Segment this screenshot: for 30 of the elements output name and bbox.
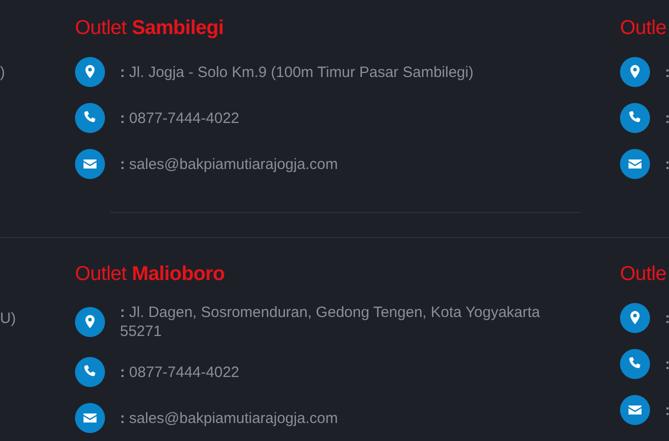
outlet-title: Outlet Malioboro bbox=[75, 262, 226, 287]
outlet-title: Outlet Sambilegi bbox=[75, 16, 225, 41]
phone-text[interactable]: : 0877-7444-4022 bbox=[120, 108, 240, 128]
phone-icon bbox=[620, 349, 650, 379]
location-pin-icon bbox=[620, 303, 650, 333]
location-pin-icon bbox=[75, 57, 105, 87]
address-text: U) bbox=[0, 310, 16, 326]
email-text[interactable]: : sales@bakpiamutiarajogja.com bbox=[120, 408, 338, 428]
outlet-title: Outle bbox=[620, 262, 668, 287]
contact-text: : bbox=[665, 64, 669, 80]
email-text[interactable]: : sales@bakpiamutiarajogja.com bbox=[120, 154, 338, 174]
contact-text: : bbox=[665, 310, 669, 326]
contact-text: : bbox=[665, 156, 669, 172]
contact-text: : bbox=[665, 402, 669, 418]
phone-icon bbox=[75, 357, 105, 387]
envelope-icon bbox=[75, 149, 105, 179]
envelope-icon bbox=[620, 149, 650, 179]
envelope-icon bbox=[620, 395, 650, 425]
phone-icon bbox=[620, 103, 650, 133]
address-text: : Jl. Jogja - Solo Km.9 (100m Timur Pasar Sambilegi) bbox=[120, 62, 474, 82]
address-text: : Jl. Dagen, Sosromenduran, Gedong Tengen, Kota Yogyakarta 55271 bbox=[120, 303, 540, 341]
location-pin-icon bbox=[620, 57, 650, 87]
outlet-title: Outle bbox=[620, 16, 668, 41]
phone-text[interactable]: : 0877-7444-4022 bbox=[120, 362, 240, 382]
location-pin-icon bbox=[75, 307, 105, 337]
phone-icon bbox=[75, 103, 105, 133]
contact-text: : bbox=[665, 356, 669, 372]
address-text: ) bbox=[0, 64, 5, 80]
envelope-icon bbox=[75, 403, 105, 433]
contact-text: : bbox=[665, 110, 669, 126]
